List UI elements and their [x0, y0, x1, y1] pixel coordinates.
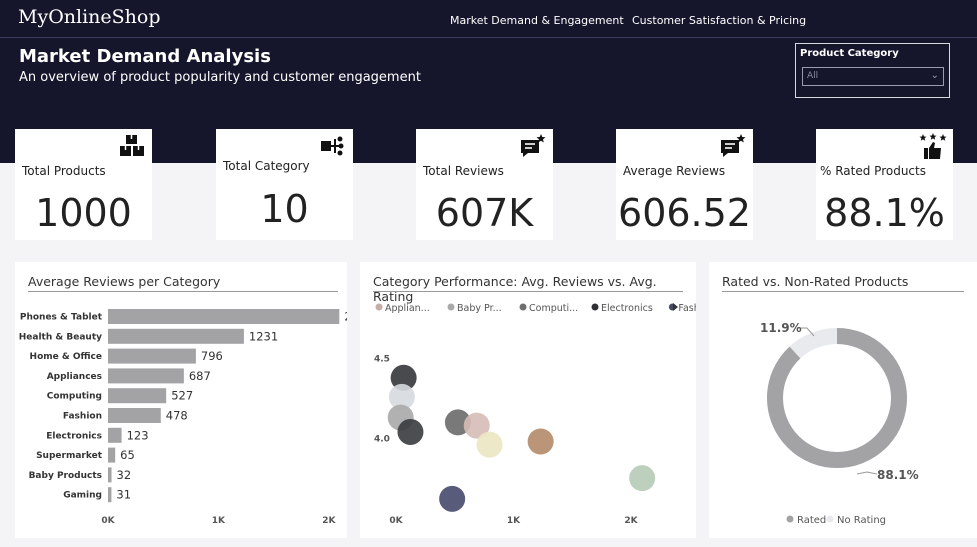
kpi-value: 606.52 — [618, 191, 751, 235]
bar-category-label: Home & Office — [30, 352, 102, 362]
page-title: Market Demand Analysis — [19, 46, 271, 67]
bar — [108, 388, 167, 404]
y-tick-label: 4.5 — [374, 355, 390, 365]
legend-label: No Rating — [837, 515, 886, 526]
kpi-card-total-category: Total Category 10 — [216, 129, 353, 240]
bar-data-label: 123 — [127, 428, 149, 442]
bar-category-label: Phones & Tablet — [20, 313, 103, 323]
scatter-point — [629, 465, 656, 492]
slicer-label: Product Category — [800, 48, 899, 59]
kpi-card-average-reviews: Average Reviews 606.52 — [616, 129, 753, 240]
brand-logo[interactable]: MyOnlineShop — [18, 6, 161, 28]
kpi-label: % Rated Products — [820, 164, 926, 178]
bar-category-label: Baby Products — [29, 471, 102, 481]
bar-category-label: Appliances — [47, 372, 102, 382]
scatter-chart: Applian... Baby Pr... Computi... Electronic… — [374, 303, 696, 526]
bar — [108, 328, 244, 344]
bar-data-label: 1231 — [249, 329, 278, 343]
bar-category-label: Fashion — [63, 412, 102, 422]
legend-label: Fashion — [678, 303, 696, 314]
boxes-icon — [120, 135, 144, 156]
bar — [108, 408, 161, 423]
nav-link-market-demand[interactable]: Market Demand & Engagement — [450, 14, 624, 27]
bar-chart: Phones & Tablet 2095 Health & Beauty 1231 Ho… — [19, 309, 347, 526]
bar-data-label: 65 — [120, 448, 135, 462]
legend-marker — [786, 515, 794, 523]
bar-data-label: 32 — [117, 468, 132, 482]
x-tick-label: 2K — [624, 516, 638, 526]
review-chat-icon — [521, 134, 546, 157]
product-category-slicer: Product Category All ⌄ — [795, 43, 950, 98]
legend-label: Baby Pr... — [457, 303, 502, 314]
scatter-point — [476, 431, 503, 458]
x-tick-label: 0K — [101, 516, 115, 526]
legend-label: Computi... — [529, 303, 578, 314]
review-chat-icon — [721, 134, 746, 157]
bar-category-label: Health & Beauty — [19, 332, 102, 342]
kpi-value: 10 — [260, 187, 309, 231]
scatter-chart-panel: Category Performance: Avg. Reviews vs. A… — [360, 262, 696, 538]
donut-slice-rated — [767, 328, 907, 468]
scatter-point — [439, 485, 466, 512]
kpi-label: Total Reviews — [423, 164, 504, 178]
leader-line — [856, 471, 878, 475]
page-subtitle: An overview of product popularity and cu… — [19, 70, 421, 85]
kpi-value: 88.1% — [824, 191, 945, 235]
nav-link-customer-satisfaction[interactable]: Customer Satisfaction & Pricing — [632, 14, 806, 27]
bar-category-label: Gaming — [63, 491, 102, 501]
bar — [108, 348, 196, 364]
kpi-card-rated-products: % Rated Products 88.1% — [816, 129, 953, 240]
bar-category-label: Electronics — [46, 431, 102, 441]
chevron-down-icon: ⌄ — [930, 70, 939, 81]
legend-label: Electronics — [601, 303, 653, 314]
bar — [108, 487, 112, 503]
legend-label: Applian... — [385, 303, 430, 314]
legend-marker — [447, 303, 455, 311]
legend-marker — [519, 303, 527, 311]
thumbs-up-stars-icon — [919, 133, 947, 159]
bar — [108, 309, 340, 324]
category-tree-icon — [321, 136, 344, 156]
bar-category-label: Computing — [47, 392, 102, 402]
bar — [108, 427, 122, 443]
kpi-label: Average Reviews — [623, 164, 726, 178]
donut-chart: 88.1% 11.9% Rated No Rating — [760, 321, 919, 526]
kpi-label: Total Category — [223, 159, 310, 173]
bar-data-label: 527 — [171, 389, 193, 403]
kpi-value: 1000 — [35, 191, 132, 235]
legend-marker — [591, 303, 599, 311]
donut-data-label: 11.9% — [760, 321, 802, 335]
bar-data-label: 478 — [166, 409, 188, 423]
top-nav: MyOnlineShop Market Demand & Engagement … — [0, 0, 977, 38]
x-tick-label: 0K — [389, 516, 403, 526]
kpi-card-total-products: Total Products 1000 — [15, 129, 152, 240]
scatter-point — [397, 418, 424, 445]
kpi-label: Total Products — [22, 164, 106, 178]
x-tick-label: 1K — [212, 516, 226, 526]
slicer-value: All — [807, 71, 819, 81]
legend-marker — [826, 515, 834, 523]
x-tick-label: 1K — [507, 516, 521, 526]
legend-next-arrow-icon — [673, 303, 678, 311]
y-tick-label: 4.0 — [374, 434, 390, 444]
legend-label: Rated — [797, 515, 826, 526]
bar-data-label: 687 — [189, 369, 211, 383]
bar — [108, 368, 184, 384]
bar — [108, 467, 112, 483]
scatter-point — [527, 428, 554, 455]
donut-chart-panel: Rated vs. Non-Rated Products 88.1% 11.9% R… — [709, 262, 977, 538]
bar-data-label: 2095 — [344, 310, 347, 324]
bar-chart-panel: Average Reviews per Category Phones & Ta… — [15, 262, 347, 538]
legend-marker — [375, 303, 383, 311]
kpi-card-total-reviews: Total Reviews 607K — [416, 129, 553, 240]
bar-category-label: Supermarket — [36, 451, 103, 461]
bar-data-label: 31 — [116, 488, 131, 502]
bar-data-label: 796 — [201, 349, 223, 363]
donut-data-label: 88.1% — [877, 468, 919, 482]
kpi-value: 607K — [435, 191, 534, 235]
x-tick-label: 2K — [322, 516, 336, 526]
bar — [108, 447, 116, 463]
product-category-dropdown[interactable]: All ⌄ — [802, 67, 944, 86]
